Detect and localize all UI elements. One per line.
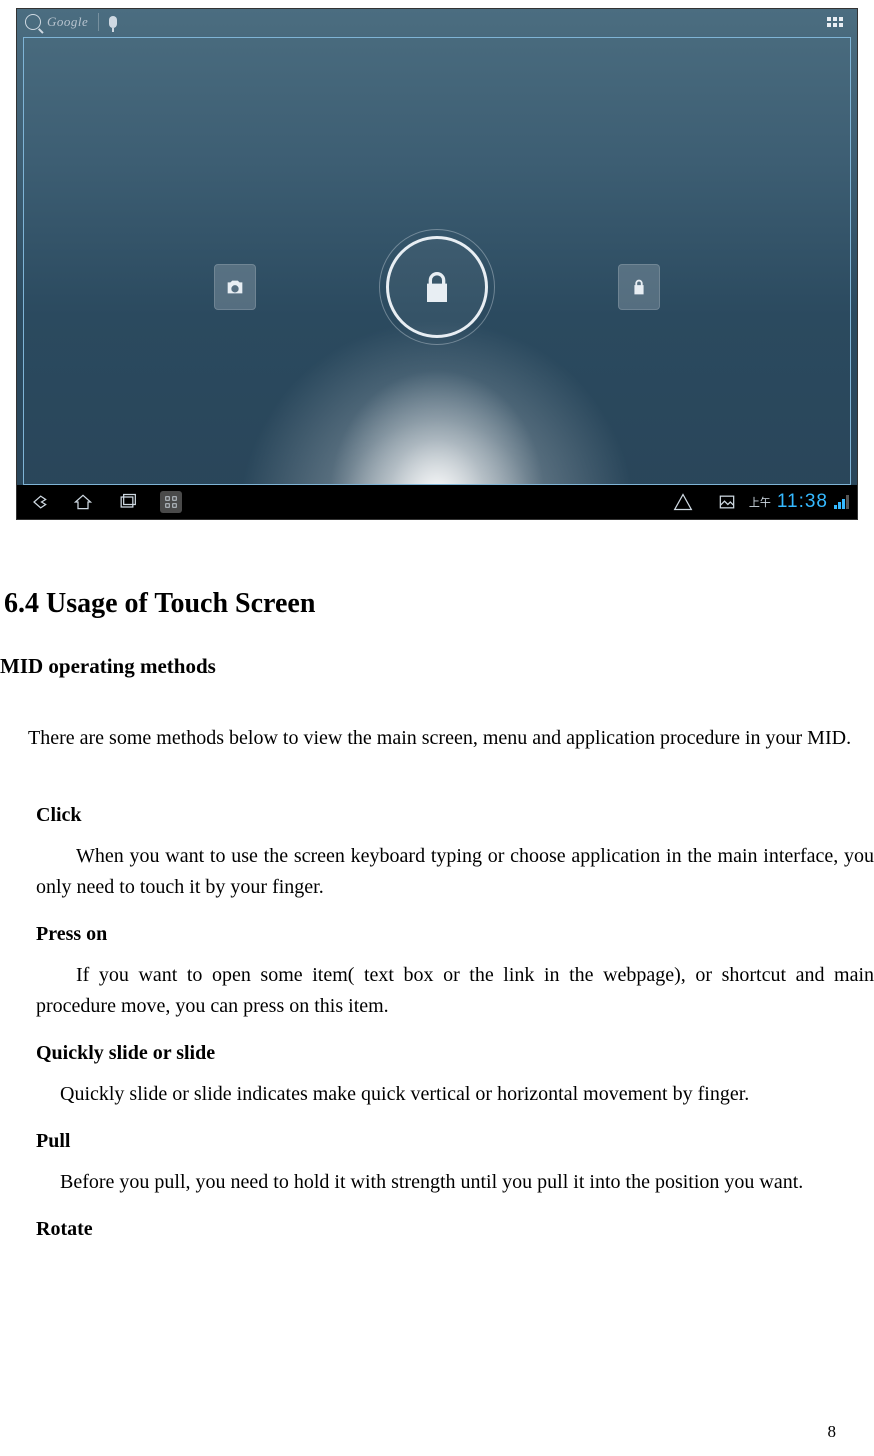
qr-icon: [164, 495, 178, 509]
app-drawer-icon[interactable]: [827, 17, 843, 27]
notification-warning[interactable]: [661, 485, 705, 519]
lock-small-icon: [628, 276, 650, 298]
method-body: If you want to open some item( text box …: [36, 960, 874, 1022]
navigation-bar: 上午 11:38: [17, 485, 857, 519]
method-title: Pull: [36, 1130, 874, 1153]
lock-screen-area: [23, 37, 851, 485]
home-icon: [73, 492, 93, 512]
secure-shortcut[interactable]: [618, 264, 660, 310]
section-heading: 6.4 Usage of Touch Screen: [4, 588, 874, 620]
recent-apps-button[interactable]: [105, 485, 149, 519]
method-title: Rotate: [36, 1218, 874, 1241]
method-title: Click: [36, 804, 874, 827]
subheading: MID operating methods: [0, 654, 874, 679]
page-number: 8: [828, 1422, 837, 1442]
method-body: When you want to use the screen keyboard…: [36, 841, 874, 903]
clock-time: 11:38: [777, 491, 828, 513]
google-search-label[interactable]: Google: [47, 14, 88, 30]
status-bar-top: Google: [17, 9, 857, 35]
unlock-ring[interactable]: [386, 236, 488, 338]
method-title: Quickly slide or slide: [36, 1042, 874, 1065]
method-body: Quickly slide or slide indicates make qu…: [60, 1079, 874, 1110]
clock-area[interactable]: 上午 11:38: [749, 491, 849, 513]
method-body: Before you pull, you need to hold it wit…: [60, 1167, 874, 1198]
microphone-icon[interactable]: [109, 16, 117, 28]
image-icon: [717, 492, 737, 512]
notification-image[interactable]: [705, 485, 749, 519]
search-icon[interactable]: [25, 14, 41, 30]
intro-paragraph: There are some methods below to view the…: [0, 723, 874, 754]
screenshot-button[interactable]: [149, 485, 193, 519]
camera-shortcut[interactable]: [214, 264, 256, 310]
signal-icon: [834, 495, 849, 509]
separator: [98, 13, 99, 31]
warning-icon: [673, 492, 693, 512]
lock-icon: [417, 267, 457, 307]
method-title: Press on: [36, 923, 874, 946]
recent-icon: [117, 492, 137, 512]
home-button[interactable]: [61, 485, 105, 519]
back-icon: [29, 492, 49, 512]
tablet-screenshot: Google: [16, 8, 858, 520]
clock-ampm: 上午: [749, 494, 771, 510]
methods-list: Click When you want to use the screen ke…: [0, 804, 874, 1241]
camera-icon: [224, 276, 246, 298]
back-button[interactable]: [17, 485, 61, 519]
